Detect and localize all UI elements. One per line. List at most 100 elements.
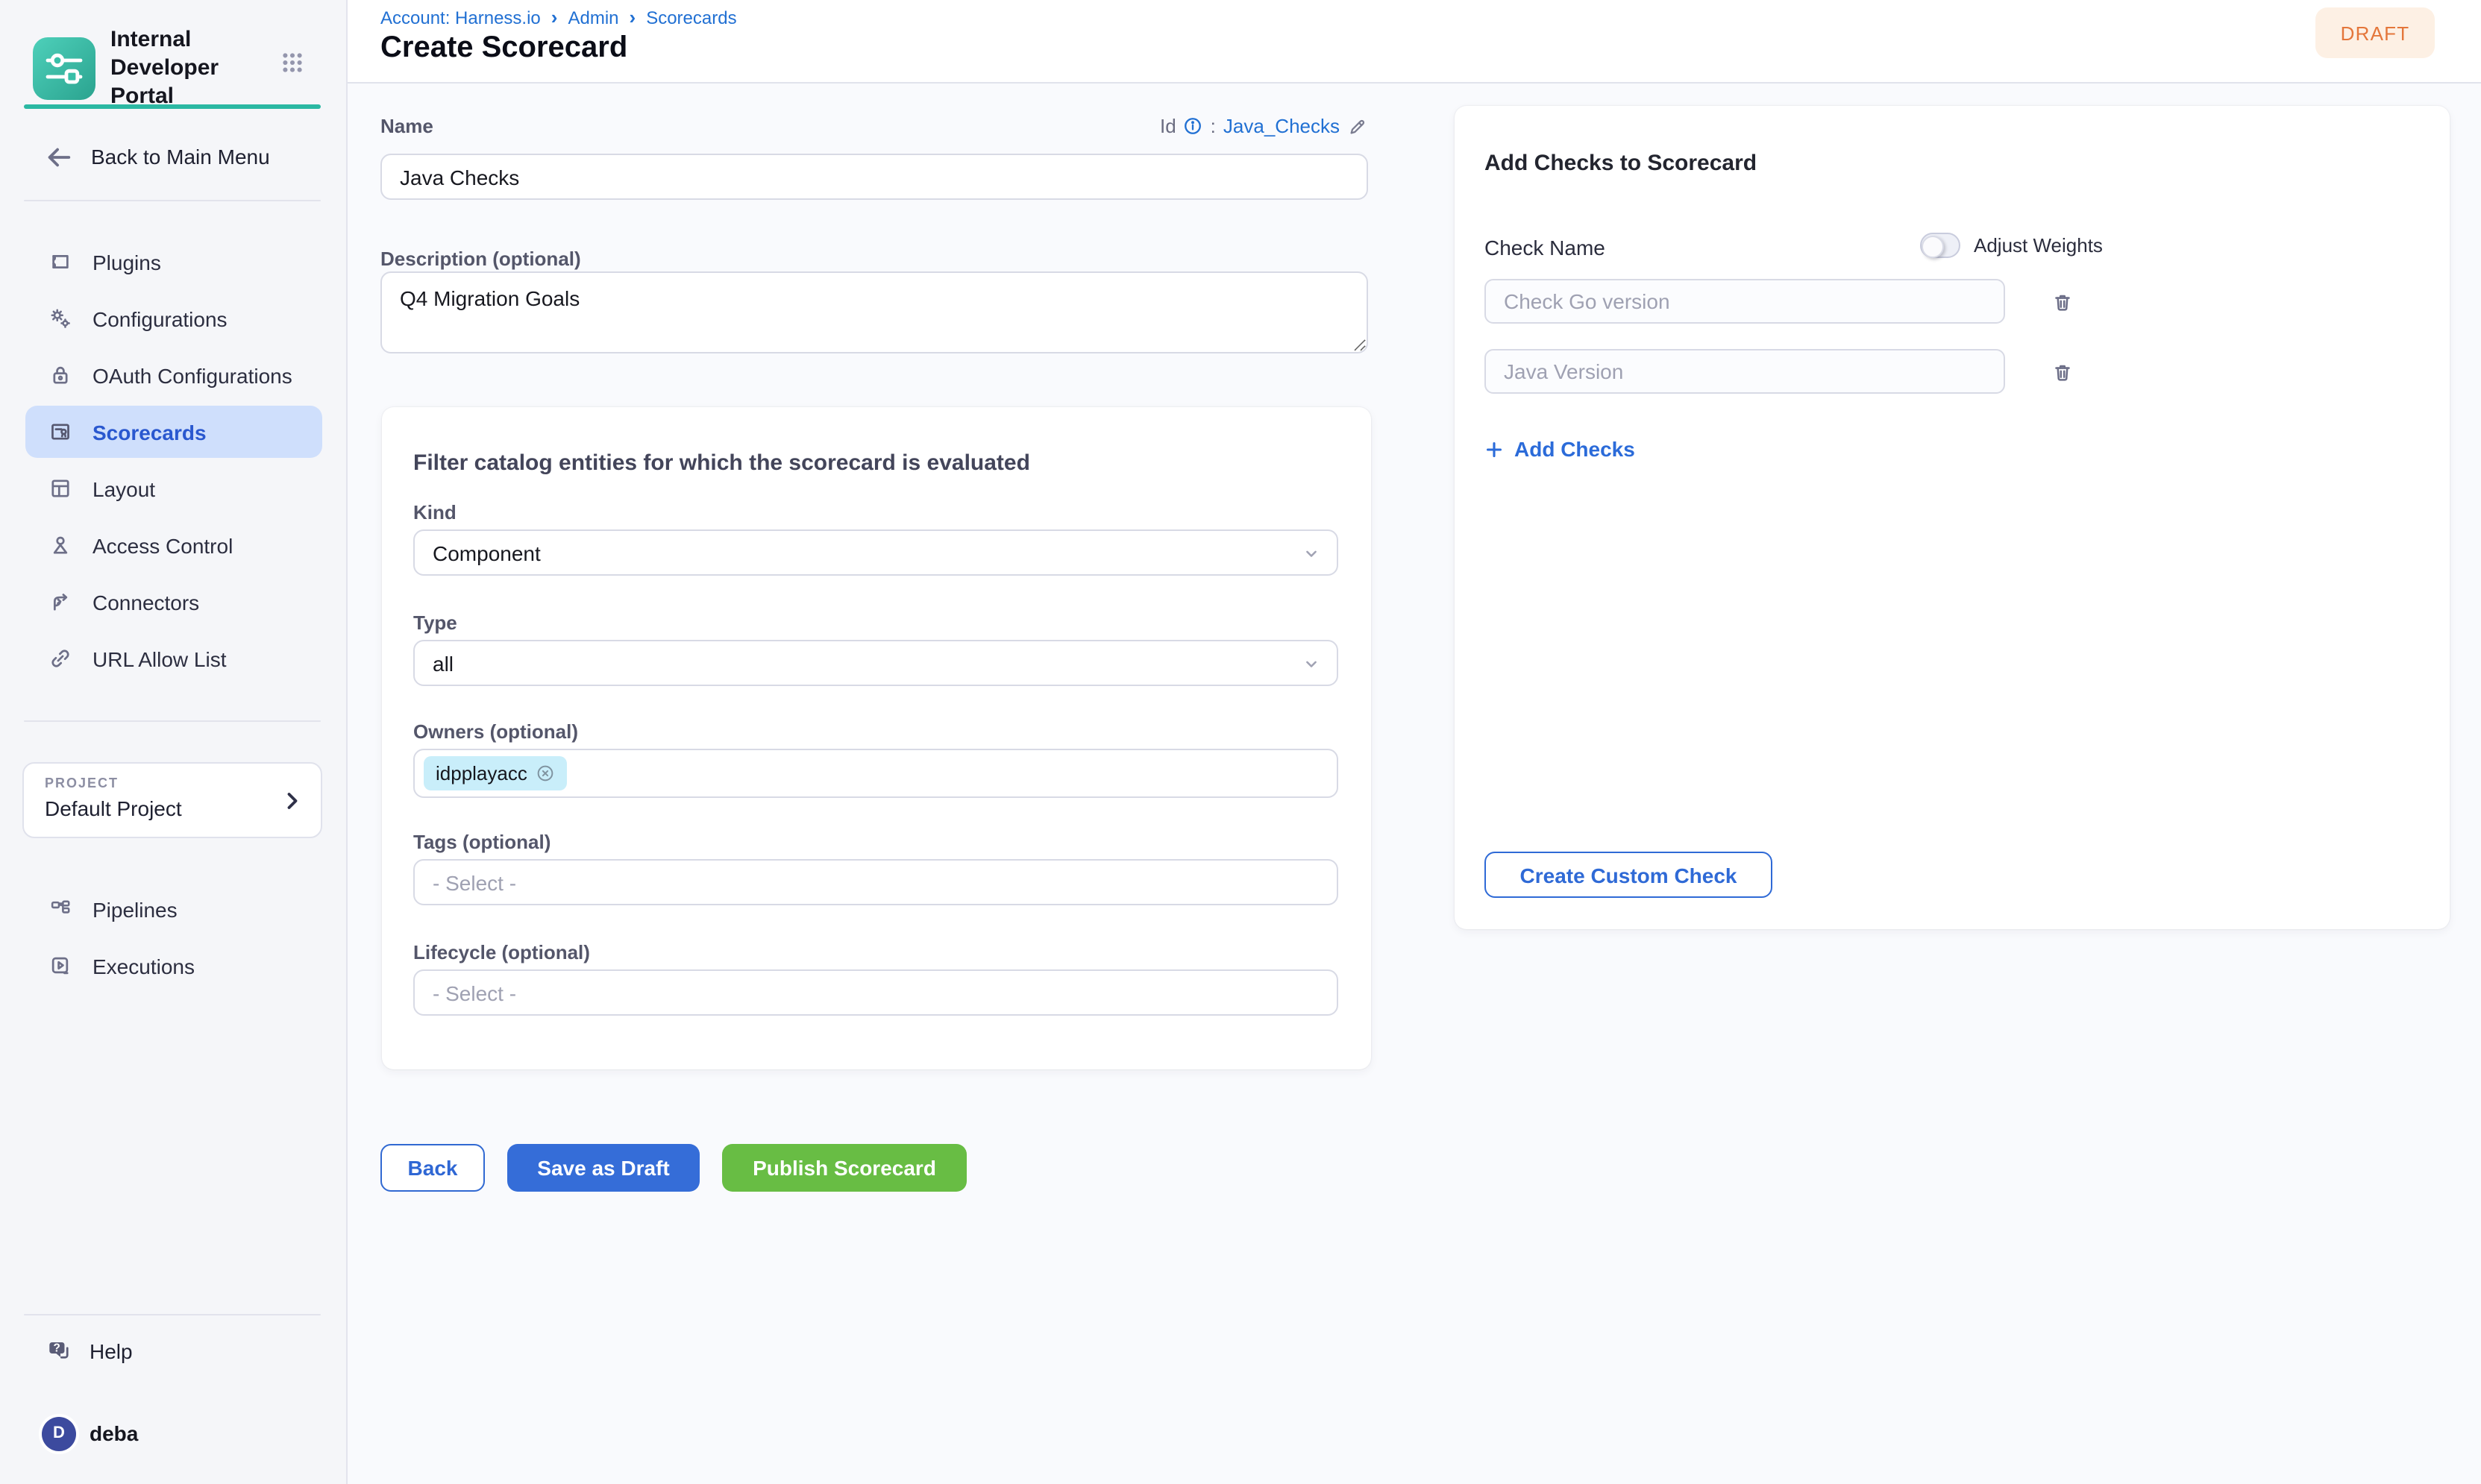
entity-id-row: Id : Java_Checks bbox=[380, 115, 1368, 137]
pipelines-icon bbox=[48, 896, 73, 922]
publish-scorecard-button[interactable]: Publish Scorecard bbox=[722, 1144, 967, 1192]
plus-icon bbox=[1484, 439, 1504, 459]
avatar: D bbox=[42, 1416, 76, 1450]
lifecycle-select[interactable]: - Select - bbox=[413, 969, 1338, 1016]
owner-chip: idpplayacc bbox=[424, 756, 568, 790]
create-custom-check-button[interactable]: Create Custom Check bbox=[1484, 852, 1772, 898]
help-button[interactable]: ? Help bbox=[25, 1326, 322, 1377]
chevron-down-icon bbox=[1301, 653, 1322, 673]
check-row bbox=[1484, 279, 2077, 324]
owners-label: Owners (optional) bbox=[413, 720, 578, 743]
connectors-icon bbox=[48, 589, 73, 614]
delete-check-button[interactable] bbox=[2047, 286, 2077, 316]
toggle-knob bbox=[1922, 235, 1944, 257]
filter-heading: Filter catalog entities for which the sc… bbox=[413, 450, 1030, 476]
save-as-draft-button[interactable]: Save as Draft bbox=[507, 1144, 700, 1192]
divider bbox=[24, 200, 321, 201]
sidebar-item-access-control[interactable]: Access Control bbox=[25, 519, 322, 571]
sidebar-item-scorecards[interactable]: Scorecards bbox=[25, 406, 322, 458]
id-label: Id bbox=[1160, 115, 1176, 137]
trash-icon bbox=[2049, 359, 2074, 384]
status-badge: DRAFT bbox=[2315, 7, 2435, 58]
app-grid-icon[interactable] bbox=[280, 51, 304, 75]
filter-card: Filter catalog entities for which the sc… bbox=[382, 407, 1371, 1069]
sidebar-item-plugins[interactable]: Plugins bbox=[25, 236, 322, 288]
tags-label: Tags (optional) bbox=[413, 831, 551, 853]
sidebar-item-url-allow-list[interactable]: URL Allow List bbox=[25, 632, 322, 685]
kind-select[interactable]: Component bbox=[413, 529, 1338, 576]
id-value[interactable]: Java_Checks bbox=[1223, 115, 1340, 137]
executions-icon bbox=[48, 953, 73, 978]
name-input[interactable] bbox=[380, 154, 1368, 200]
help-label: Help bbox=[90, 1339, 133, 1363]
description-input[interactable]: Q4 Migration Goals bbox=[380, 271, 1368, 353]
page-title: Create Scorecard bbox=[380, 31, 627, 66]
person-icon bbox=[48, 532, 73, 558]
tags-select[interactable]: - Select - bbox=[413, 859, 1338, 905]
delete-check-button[interactable] bbox=[2047, 356, 2077, 386]
owners-input[interactable]: idpplayacc bbox=[413, 749, 1338, 798]
sidebar: Internal Developer Portal Back to Main M… bbox=[0, 0, 348, 1484]
project-selector[interactable]: PROJECT Default Project bbox=[22, 762, 322, 838]
help-chat-icon: ? bbox=[45, 1338, 72, 1365]
type-select[interactable]: all bbox=[413, 640, 1338, 686]
back-to-main-menu[interactable]: Back to Main Menu bbox=[25, 131, 322, 182]
type-label: Type bbox=[413, 611, 457, 634]
trash-icon bbox=[2049, 289, 2074, 314]
sidebar-item-connectors[interactable]: Connectors bbox=[25, 576, 322, 628]
lifecycle-label: Lifecycle (optional) bbox=[413, 941, 590, 963]
user-menu[interactable]: D deba bbox=[25, 1408, 322, 1459]
back-button[interactable]: Back bbox=[380, 1144, 485, 1192]
divider bbox=[24, 720, 321, 722]
kind-label: Kind bbox=[413, 501, 457, 524]
sidebar-nav: Plugins Configurations OAuth Configurati… bbox=[25, 236, 322, 685]
project-name: Default Project bbox=[45, 796, 300, 820]
gears-icon bbox=[48, 306, 73, 331]
adjust-weights-label: Adjust Weights bbox=[1974, 234, 2103, 257]
sidebar-item-layout[interactable]: Layout bbox=[25, 462, 322, 515]
plugin-icon bbox=[48, 249, 73, 274]
check-input-1[interactable] bbox=[1484, 279, 2005, 324]
form-actions: Back Save as Draft Publish Scorecard bbox=[380, 1144, 967, 1192]
breadcrumb: Account: Harness.io › Admin › Scorecards bbox=[380, 7, 737, 28]
check-row bbox=[1484, 349, 2077, 394]
chevron-down-icon bbox=[1301, 542, 1322, 563]
sidebar-item-pipelines[interactable]: Pipelines bbox=[25, 883, 322, 935]
breadcrumb-chevron-icon: › bbox=[630, 9, 636, 27]
description-label: Description (optional) bbox=[380, 248, 581, 270]
svg-text:?: ? bbox=[54, 1342, 60, 1355]
scorecard-icon bbox=[48, 419, 73, 444]
add-checks-panel: Add Checks to Scorecard Check Name Adjus… bbox=[1455, 106, 2450, 929]
sidebar-item-oauth-configurations[interactable]: OAuth Configurations bbox=[25, 349, 322, 401]
username: deba bbox=[90, 1421, 138, 1445]
brand-title: Internal Developer Portal bbox=[110, 25, 289, 110]
edit-pencil-icon[interactable] bbox=[1347, 116, 1368, 136]
brand-underline bbox=[24, 104, 321, 109]
idp-logo-icon bbox=[33, 37, 95, 99]
link-icon bbox=[48, 646, 73, 671]
chevron-right-icon bbox=[279, 787, 306, 814]
adjust-weights-toggle[interactable] bbox=[1920, 233, 1960, 258]
page-header: Account: Harness.io › Admin › Scorecards… bbox=[348, 0, 2481, 84]
add-checks-button[interactable]: Add Checks bbox=[1484, 437, 1635, 461]
info-icon[interactable] bbox=[1184, 116, 1203, 136]
breadcrumb-admin[interactable]: Admin bbox=[568, 7, 618, 28]
divider bbox=[24, 1314, 321, 1315]
layout-icon bbox=[48, 476, 73, 501]
arrow-left-icon bbox=[45, 142, 73, 171]
back-to-main-menu-label: Back to Main Menu bbox=[91, 145, 270, 169]
checks-heading: Add Checks to Scorecard bbox=[1484, 151, 1757, 176]
breadcrumb-account[interactable]: Account: Harness.io bbox=[380, 7, 541, 28]
adjust-weights-row: Adjust Weights bbox=[1920, 233, 2103, 258]
remove-chip-icon[interactable] bbox=[536, 764, 556, 783]
sidebar-item-configurations[interactable]: Configurations bbox=[25, 292, 322, 345]
sidebar-item-executions[interactable]: Executions bbox=[25, 940, 322, 992]
check-name-label: Check Name bbox=[1484, 236, 1605, 260]
project-eyebrow: PROJECT bbox=[45, 776, 300, 790]
create-scorecard-page: Internal Developer Portal Back to Main M… bbox=[0, 0, 2481, 1484]
check-input-2[interactable] bbox=[1484, 349, 2005, 394]
brand: Internal Developer Portal bbox=[33, 25, 289, 110]
breadcrumb-chevron-icon: › bbox=[551, 9, 558, 27]
sidebar-tools: Pipelines Executions bbox=[25, 883, 322, 992]
breadcrumb-scorecards[interactable]: Scorecards bbox=[646, 7, 736, 28]
